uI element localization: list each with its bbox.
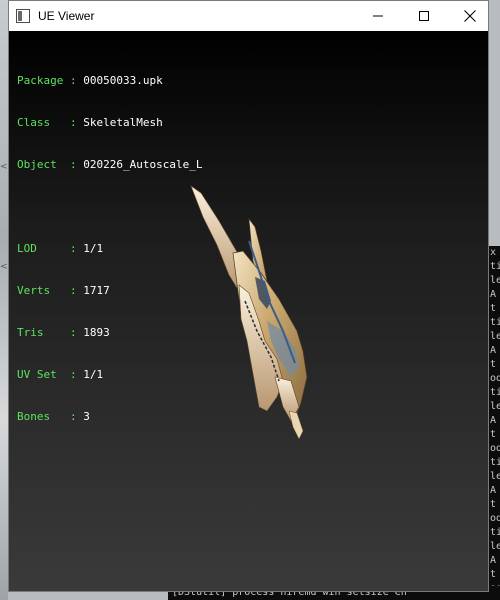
console-fragment: A xyxy=(490,415,497,426)
console-fragment: A xyxy=(490,345,497,356)
console-fragment: le xyxy=(490,541,500,552)
background-console-text: xtileAttileAtodtileAtodtileAtodtileAtod xyxy=(489,246,500,600)
desktop-glyph: < xyxy=(0,262,8,272)
console-fragment: ti xyxy=(490,387,500,398)
3d-viewport[interactable]: Package : 00050033.upk Class : SkeletalM… xyxy=(9,31,488,591)
mesh-info-overlay: Package : 00050033.upk Class : SkeletalM… xyxy=(17,46,202,452)
console-fragment: A xyxy=(490,555,497,566)
desktop-background xyxy=(0,0,8,600)
close-button[interactable] xyxy=(447,1,493,31)
console-fragment: t xyxy=(490,499,497,510)
console-fragment: A xyxy=(490,485,497,496)
console-fragment: le xyxy=(490,401,500,412)
console-fragment: x xyxy=(490,247,497,258)
console-fragment: t xyxy=(490,429,497,440)
console-fragment: od xyxy=(490,373,500,384)
info-row-bones: Bones : 3 xyxy=(17,410,90,423)
console-fragment: le xyxy=(490,275,500,286)
ue-viewer-window: UE Viewer Package : 00050033.upk Class :… xyxy=(8,0,489,592)
info-spacer xyxy=(17,200,202,214)
window-title: UE Viewer xyxy=(38,9,95,23)
info-row-lod: LOD : 1/1 xyxy=(17,242,104,255)
desktop-glyph: < xyxy=(0,162,8,172)
console-fragment: le xyxy=(490,331,500,342)
console-fragment: ti xyxy=(490,317,500,328)
info-row-verts: Verts : 1717 xyxy=(17,284,110,297)
info-row-package: Package : 00050033.upk xyxy=(17,74,163,87)
console-fragment: le xyxy=(490,471,500,482)
info-row-object: Object : 020226_Autoscale_L xyxy=(17,158,203,171)
console-fragment: ti xyxy=(490,457,500,468)
minimize-icon xyxy=(373,15,383,17)
console-fragment: t xyxy=(490,359,497,370)
title-bar[interactable]: UE Viewer xyxy=(9,1,488,31)
info-row-tris: Tris : 1893 xyxy=(17,326,110,339)
app-icon[interactable] xyxy=(16,9,30,23)
skeletal-mesh-render xyxy=(190,185,308,440)
minimize-button[interactable] xyxy=(355,1,401,31)
console-fragment: A xyxy=(490,289,497,300)
console-fragment: od xyxy=(490,443,500,454)
console-fragment: od xyxy=(490,513,500,524)
info-row-uvset: UV Set : 1/1 xyxy=(17,368,104,381)
close-icon xyxy=(464,10,476,22)
console-fragment: ti xyxy=(490,261,500,272)
info-row-class: Class : SkeletalMesh xyxy=(17,116,163,129)
maximize-button[interactable] xyxy=(401,1,447,31)
maximize-icon xyxy=(419,11,429,21)
console-fragment: t xyxy=(490,303,497,314)
console-fragment: t xyxy=(490,569,497,580)
console-fragment: ti xyxy=(490,527,500,538)
